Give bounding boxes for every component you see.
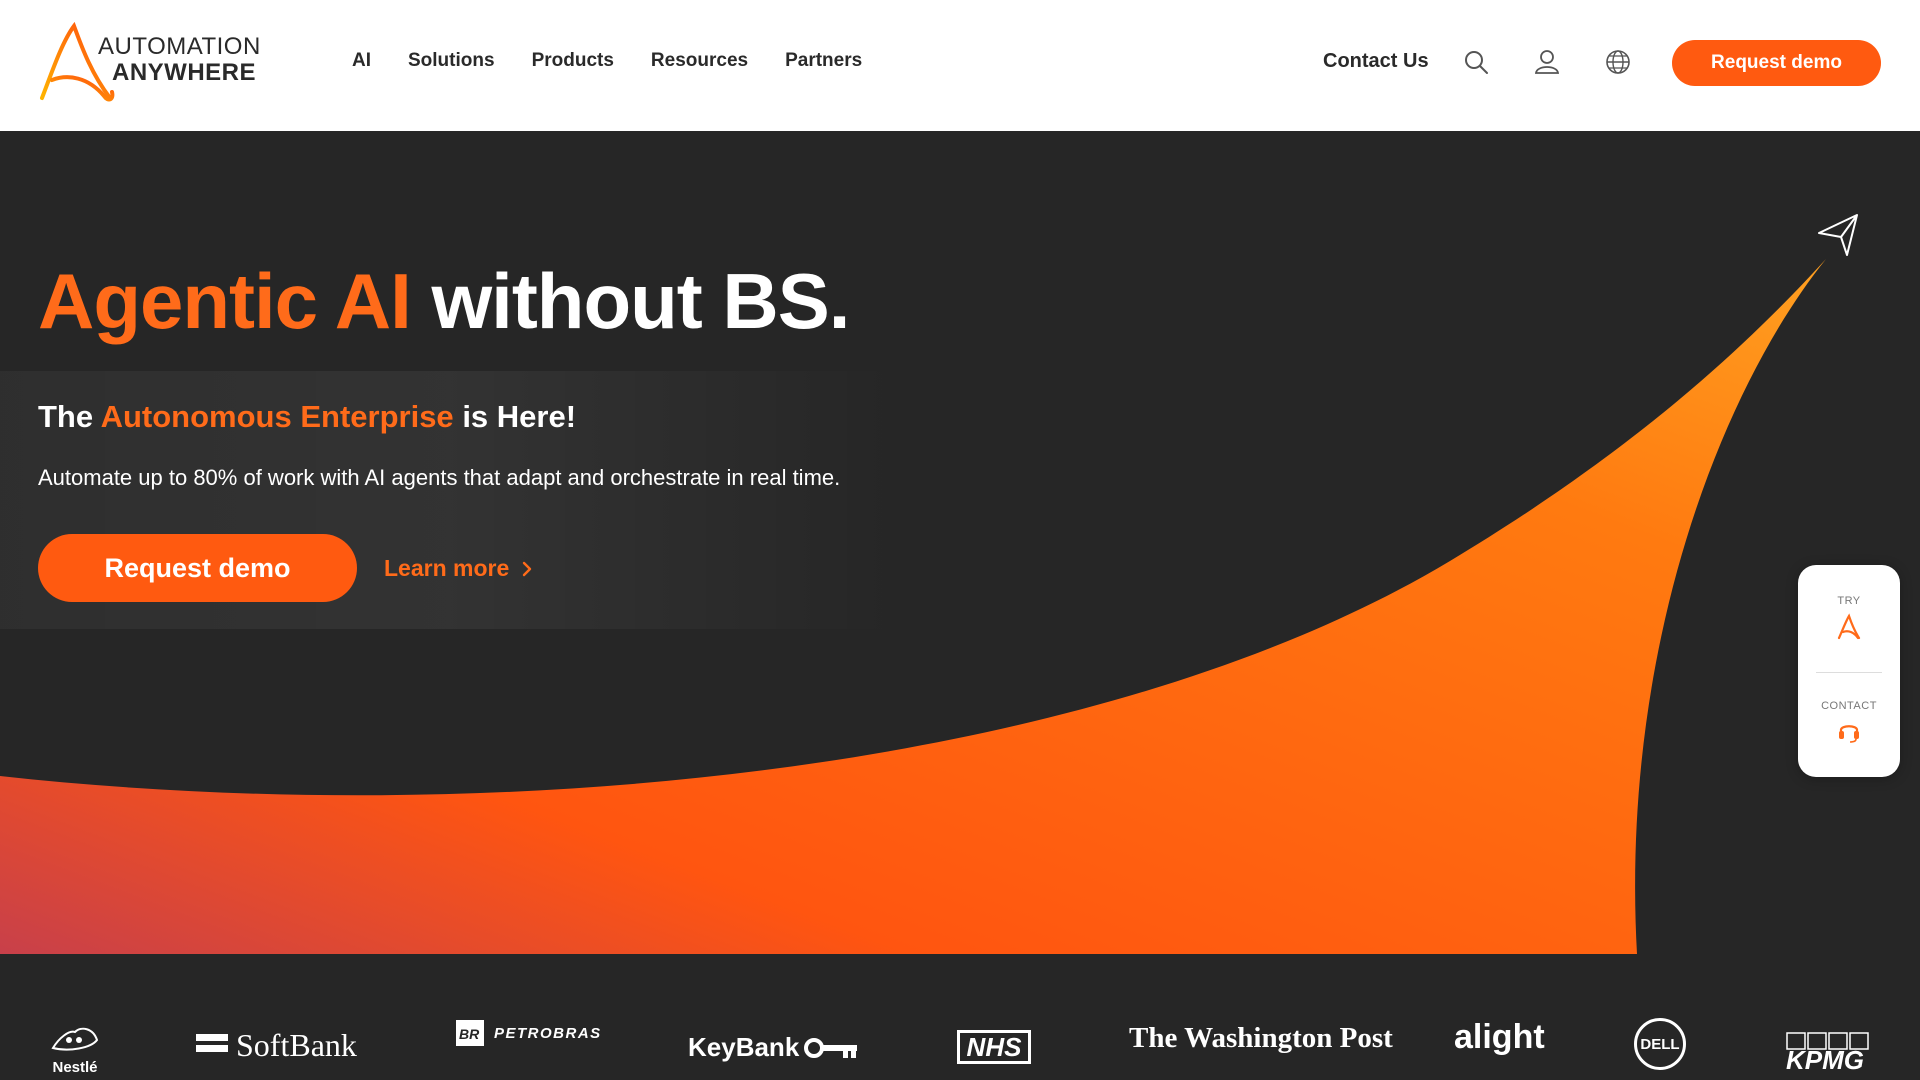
nav-partners[interactable]: Partners	[785, 50, 862, 72]
user-icon[interactable]	[1533, 48, 1561, 76]
softbank-logo: SoftBank	[196, 1027, 357, 1064]
contact-label: CONTACT	[1821, 700, 1877, 712]
petrobras-label: PETROBRAS	[494, 1024, 602, 1042]
nestle-label: Nestlé	[52, 1059, 98, 1076]
try-button[interactable]: TRY	[1798, 595, 1900, 646]
learn-more-label: Learn more	[384, 555, 510, 581]
key-icon	[804, 1037, 858, 1058]
hero-headline: Agentic AI without BS.	[38, 256, 850, 347]
nhs-label: NHS	[966, 1031, 1022, 1062]
try-a-icon	[1837, 613, 1861, 640]
hero-description: Automate up to 80% of work with AI agent…	[38, 465, 841, 490]
nav-solutions[interactable]: Solutions	[408, 50, 495, 72]
request-demo-hero-button[interactable]: Request demo	[38, 534, 357, 602]
site-header: AUTOMATION ANYWHERE AI Solutions Product…	[0, 0, 1920, 131]
try-label: TRY	[1837, 595, 1861, 607]
sub-prefix: The	[38, 399, 94, 434]
customer-logos-strip: Nestlé SoftBank BR PETROBRAS KeyBank NHS…	[0, 954, 1920, 1080]
washington-post-logo: The Washington Post	[1129, 1022, 1393, 1054]
nav-ai[interactable]: AI	[352, 50, 371, 72]
dell-label: DELL	[1640, 1035, 1680, 1053]
logo-line-1: AUTOMATION	[98, 33, 261, 60]
nav-resources[interactable]: Resources	[651, 50, 748, 72]
automation-anywhere-logo[interactable]: AUTOMATION ANYWHERE	[38, 22, 261, 104]
keybank-logo: KeyBank	[688, 1032, 859, 1063]
alight-logo: alight	[1454, 1018, 1545, 1056]
svg-text:BR: BR	[459, 1026, 480, 1042]
logo-line-2: ANYWHERE	[112, 59, 257, 86]
globe-icon[interactable]	[1604, 48, 1632, 76]
headline-accent: Agentic AI	[38, 257, 412, 345]
headline-rest: without BS.	[431, 257, 850, 345]
hero-section: Agentic AI without BS. The Autonomous En…	[0, 131, 1920, 954]
kpmg-logo: KPMG	[1786, 1032, 1870, 1076]
search-icon[interactable]	[1462, 48, 1490, 76]
request-demo-header-button[interactable]: Request demo	[1672, 40, 1881, 86]
headset-icon	[1839, 725, 1859, 743]
chevron-right-icon	[523, 561, 532, 576]
nav-products[interactable]: Products	[532, 50, 614, 72]
dell-logo: DELL	[1634, 1018, 1686, 1070]
keybank-label: KeyBank	[688, 1032, 800, 1062]
softbank-label: SoftBank	[236, 1027, 357, 1063]
nestle-nest-icon	[51, 1027, 99, 1051]
petrobras-logo: BR PETROBRAS	[456, 1020, 602, 1046]
sub-suffix: is Here!	[462, 399, 577, 434]
petrobras-br-icon: BR	[456, 1020, 484, 1046]
contact-button[interactable]: CONTACT	[1798, 700, 1900, 749]
contact-us-link[interactable]: Contact Us	[1323, 50, 1429, 73]
sub-accent: Autonomous Enterprise	[100, 399, 454, 434]
hero-subheading: The Autonomous Enterprise is Here!	[38, 399, 576, 435]
nestle-logo: Nestlé	[46, 1018, 104, 1076]
learn-more-link[interactable]: Learn more	[384, 555, 533, 582]
paper-plane-icon	[1818, 214, 1858, 256]
nhs-logo: NHS	[957, 1030, 1031, 1064]
main-nav: AI Solutions Products Resources Partners	[352, 50, 899, 72]
floating-side-widget: TRY CONTACT	[1798, 565, 1900, 777]
softbank-bars-icon	[196, 1033, 228, 1052]
widget-divider	[1816, 672, 1882, 673]
kpmg-label: KPMG	[1786, 1045, 1864, 1075]
